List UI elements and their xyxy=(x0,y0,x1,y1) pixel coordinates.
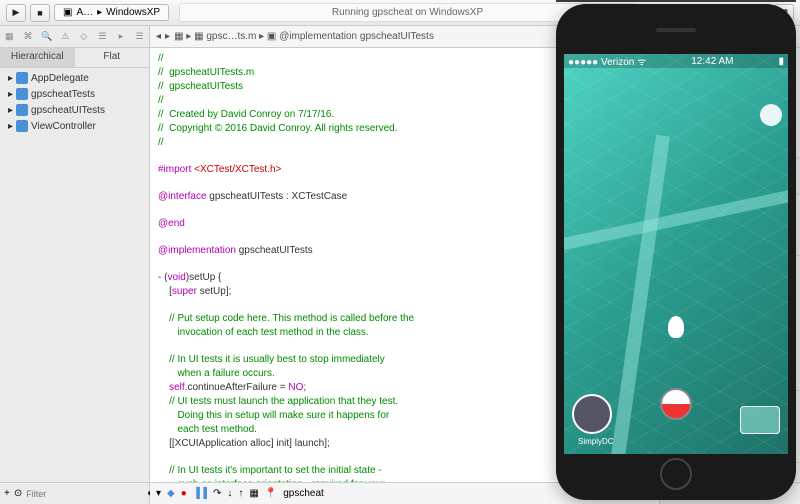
tree-label: gpscheatTests xyxy=(31,89,95,100)
tree-item[interactable]: ▸AppDelegate xyxy=(4,70,145,86)
home-button[interactable] xyxy=(660,458,692,490)
view-debug-icon[interactable]: ▦ xyxy=(249,488,258,499)
step-in-icon[interactable]: ↓ xyxy=(227,488,232,499)
navigator-panel: ▦⌘🔍⚠◇☰▸☰ Hierarchical Flat ▸AppDelegate … xyxy=(0,26,150,504)
debug-target[interactable]: gpscheat xyxy=(283,488,324,499)
tree-item[interactable]: ▸ViewController xyxy=(4,118,145,134)
navigator-bottom-bar: + ⊙ ◐ ☐ xyxy=(0,482,149,504)
report-navigator-icon[interactable]: ☰ xyxy=(130,26,149,47)
pokeball-button[interactable] xyxy=(660,388,692,420)
tree-item[interactable]: ▸gpscheatTests xyxy=(4,86,145,102)
folder-icon xyxy=(16,104,28,116)
record-icon[interactable]: ● xyxy=(181,488,187,499)
issue-navigator-icon[interactable]: ⚠ xyxy=(56,26,75,47)
phone-speaker xyxy=(656,28,696,32)
breakpoints-icon[interactable]: ◆ xyxy=(167,488,175,499)
class-icon xyxy=(16,120,28,132)
add-icon[interactable]: + xyxy=(4,488,10,499)
stop-button[interactable]: ■ xyxy=(30,4,50,22)
breakpoint-navigator-icon[interactable]: ▸ xyxy=(112,26,131,47)
jump-path[interactable]: ▦ ▸ ▦ gpsc…ts.m ▸ ▣ @implementation gpsc… xyxy=(174,31,434,42)
flat-mode[interactable]: Flat xyxy=(75,48,150,67)
scheme-icon: ▣ xyxy=(63,7,72,18)
run-button[interactable]: ▶ xyxy=(6,4,26,22)
step-out-icon[interactable]: ↑ xyxy=(238,488,243,499)
pause-icon[interactable]: ▐▐ xyxy=(193,488,207,499)
class-icon xyxy=(16,72,28,84)
back-icon[interactable]: ◂ xyxy=(156,31,161,42)
find-navigator-icon[interactable]: 🔍 xyxy=(37,26,56,47)
username-label: SimplyDC xyxy=(578,437,614,446)
location-icon[interactable]: 📍 xyxy=(265,488,277,499)
nearby-button[interactable] xyxy=(740,406,780,434)
project-navigator-icon[interactable]: ▦ xyxy=(0,26,19,47)
tree-label: ViewController xyxy=(31,121,96,132)
folder-icon xyxy=(16,88,28,100)
scheme-selector[interactable]: ▣ A…▸ WindowsXP xyxy=(54,4,169,21)
hierarchical-mode[interactable]: Hierarchical xyxy=(0,48,75,67)
test-navigator-icon[interactable]: ◇ xyxy=(75,26,94,47)
destination-label: WindowsXP xyxy=(106,7,160,18)
navigator-filter-input[interactable] xyxy=(26,489,143,499)
filter-icon: ⊙ xyxy=(14,488,22,499)
symbol-navigator-icon[interactable]: ⌘ xyxy=(19,26,38,47)
step-over-icon[interactable]: ↷ xyxy=(213,488,221,499)
navigator-tabs[interactable]: ▦⌘🔍⚠◇☰▸☰ xyxy=(0,26,149,48)
profile-button[interactable] xyxy=(572,394,612,434)
hide-debug-icon[interactable]: ▾ xyxy=(156,488,161,499)
project-tree: ▸AppDelegate ▸gpscheatTests ▸gpscheatUIT… xyxy=(0,68,149,482)
player-avatar xyxy=(668,316,684,338)
tree-label: AppDelegate xyxy=(31,73,89,84)
compass-button[interactable] xyxy=(760,104,782,126)
forward-icon[interactable]: ▸ xyxy=(165,31,170,42)
scheme-label: A… xyxy=(76,7,93,18)
simulator-toolbar: ◂ ● Record WindowsXP xyxy=(556,0,796,2)
view-mode-toggle[interactable]: Hierarchical Flat xyxy=(0,48,149,68)
tree-label: gpscheatUITests xyxy=(31,105,105,116)
simulator-screen[interactable]: ●●●●● Verizon ᯤ 12:42 AM ▮ SimplyDC xyxy=(564,54,788,454)
tree-item[interactable]: ▸gpscheatUITests xyxy=(4,102,145,118)
simulator-device: ◂ ● Record WindowsXP ●●●●● Verizon ᯤ 12:… xyxy=(556,4,796,500)
debug-navigator-icon[interactable]: ☰ xyxy=(93,26,112,47)
